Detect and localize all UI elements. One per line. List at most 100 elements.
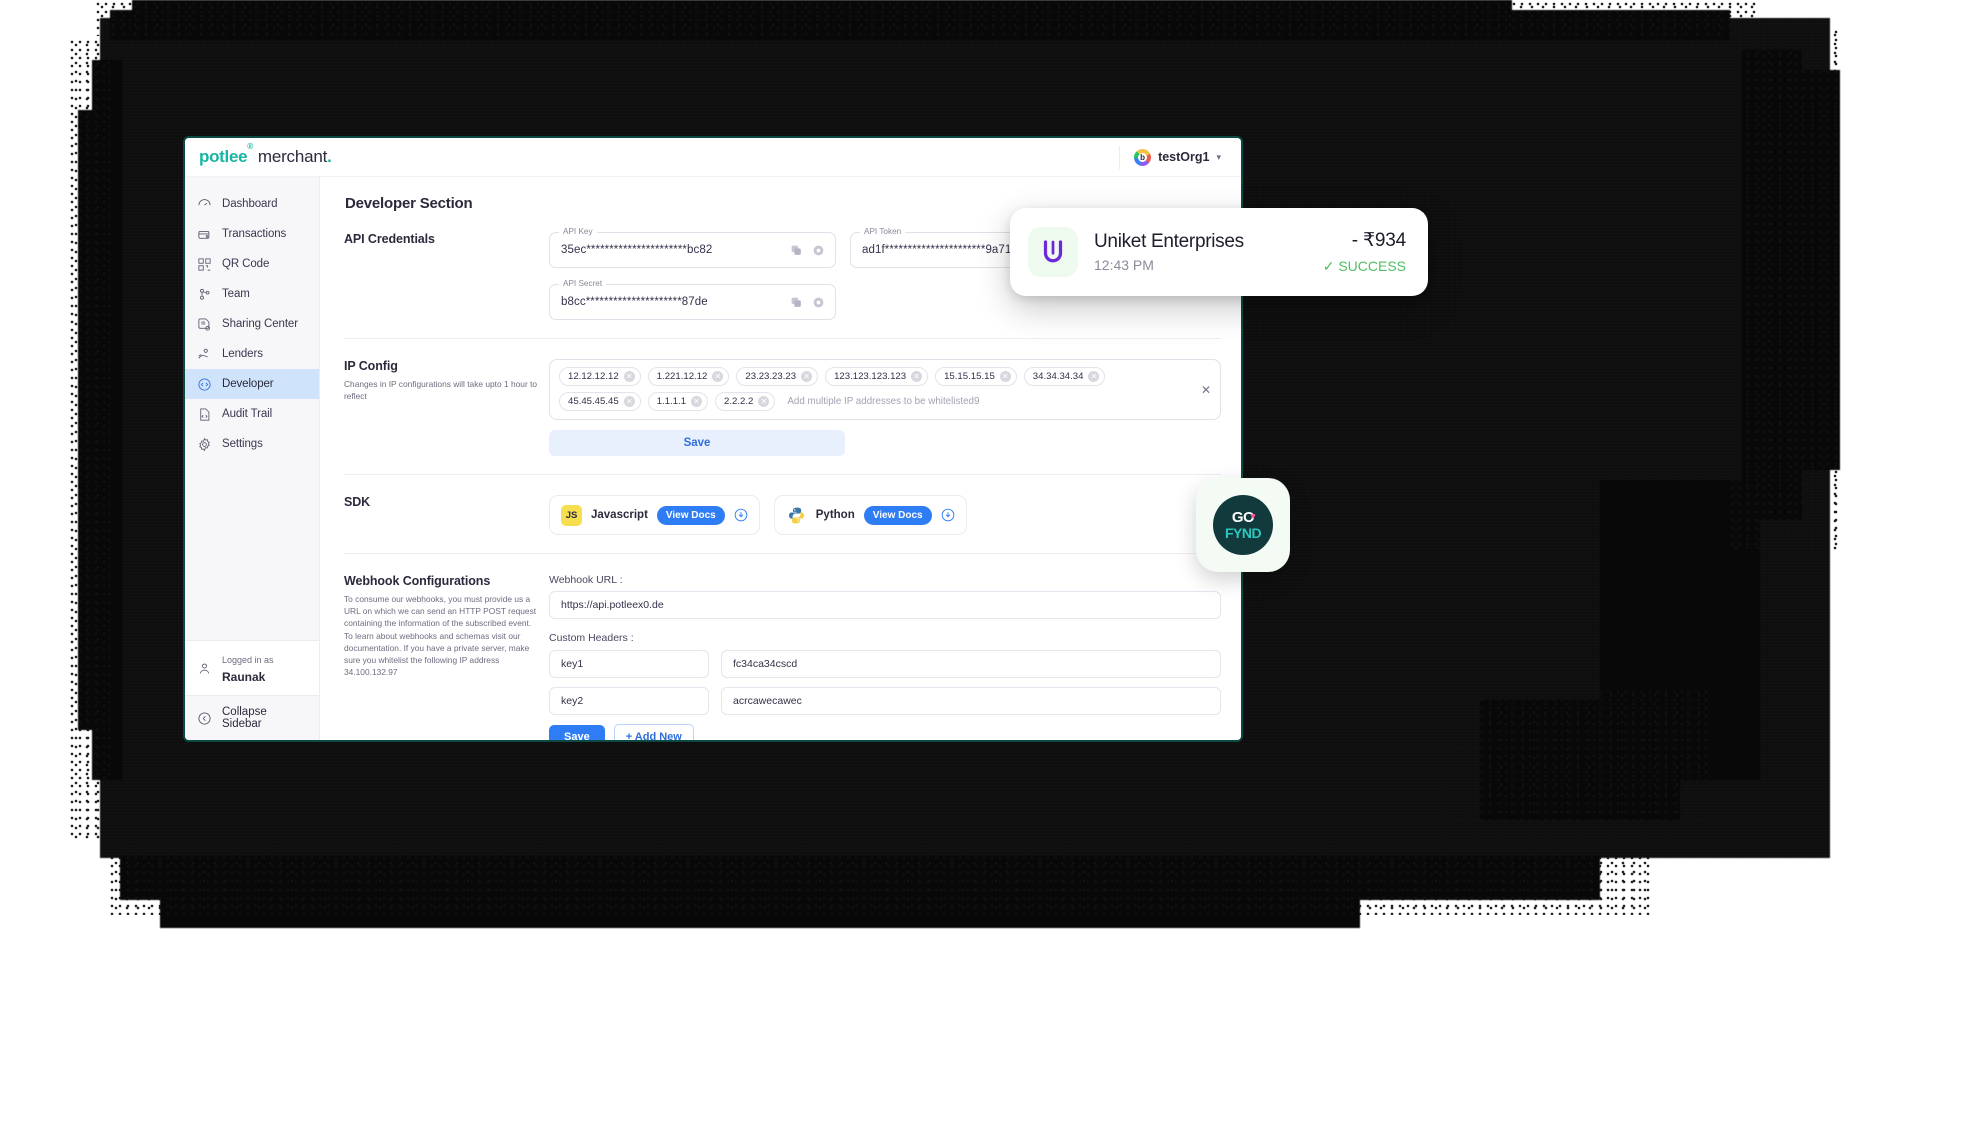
org-name-label: testOrg1 bbox=[1158, 150, 1210, 164]
ip-chip-label: 123.123.123.123 bbox=[834, 371, 907, 382]
sidebar: Dashboard Transactions QR Code Team Shar… bbox=[185, 177, 320, 740]
noise-edge bbox=[96, 2, 1756, 36]
ip-chip[interactable]: 15.15.15.15 ✕ bbox=[935, 367, 1017, 386]
sidebar-item-dashboard[interactable]: Dashboard bbox=[185, 189, 319, 219]
copy-icon[interactable] bbox=[790, 296, 803, 309]
ip-chip-label: 2.2.2.2 bbox=[724, 396, 754, 407]
section-webhook-configurations: Webhook Configurations To consume our we… bbox=[344, 554, 1221, 740]
api-key-field[interactable]: API Key 35ec**********************bc82 bbox=[549, 227, 836, 268]
dashboard-icon bbox=[197, 197, 212, 212]
header-value-input[interactable]: acrcawecawec bbox=[721, 687, 1221, 715]
section-header: API Credentials bbox=[344, 232, 549, 320]
download-icon[interactable] bbox=[734, 508, 748, 522]
ip-chip[interactable]: 23.23.23.23 ✕ bbox=[736, 367, 819, 386]
sdk-card-list: JS Javascript View Docs Python View Docs bbox=[549, 495, 1221, 535]
logged-in-text: Logged in as Raunak bbox=[222, 650, 307, 686]
api-secret-label: API Secret bbox=[559, 279, 607, 288]
section-title: IP Config bbox=[344, 359, 398, 373]
copy-icon[interactable] bbox=[790, 244, 803, 257]
custom-header-row: key1 fc34ca34cscd bbox=[549, 650, 1221, 678]
remove-chip-icon[interactable]: ✕ bbox=[623, 396, 635, 407]
collapse-sidebar-button[interactable]: Collapse Sidebar bbox=[185, 695, 319, 740]
ip-chip[interactable]: 1.221.12.12 ✕ bbox=[647, 367, 730, 386]
org-avatar-icon: b bbox=[1134, 148, 1152, 166]
org-selector[interactable]: b testOrg1 ▾ bbox=[1119, 145, 1229, 169]
eye-icon[interactable] bbox=[812, 296, 825, 309]
sidebar-item-lenders[interactable]: Lenders bbox=[185, 339, 319, 369]
sidebar-item-sharing-center[interactable]: Sharing Center bbox=[185, 309, 319, 339]
noise-edge bbox=[1730, 30, 1840, 550]
sidebar-nav: Dashboard Transactions QR Code Team Shar… bbox=[185, 177, 319, 640]
remove-chip-icon[interactable]: ✕ bbox=[712, 371, 724, 382]
webhook-url-input[interactable]: https://api.potleex0.de bbox=[549, 591, 1221, 619]
section-header: SDK bbox=[344, 495, 549, 535]
eye-icon[interactable] bbox=[812, 244, 825, 257]
section-sdk: SDK JS Javascript View Docs Python View … bbox=[344, 475, 1221, 554]
save-ip-button[interactable]: Save bbox=[549, 430, 845, 456]
webhook-url-label: Webhook URL : bbox=[549, 574, 623, 586]
remove-chip-icon[interactable]: ✕ bbox=[801, 371, 813, 382]
custom-headers-label: Custom Headers : bbox=[549, 632, 634, 644]
add-new-header-button[interactable]: + Add New bbox=[613, 724, 694, 740]
sidebar-item-transactions[interactable]: Transactions bbox=[185, 219, 319, 249]
view-docs-button[interactable]: View Docs bbox=[656, 505, 725, 525]
developer-icon bbox=[197, 377, 212, 392]
section-body: JS Javascript View Docs Python View Docs bbox=[549, 495, 1221, 535]
ip-whitelist-input[interactable]: 12.12.12.12 ✕ 1.221.12.12 ✕ 23.23.23.23 ✕ 1… bbox=[549, 359, 1221, 420]
close-icon[interactable]: ✕ bbox=[1201, 384, 1211, 396]
api-secret-field[interactable]: API Secret b8cc*********************87de bbox=[549, 279, 836, 320]
ip-chip[interactable]: 45.45.45.45 ✕ bbox=[559, 392, 641, 411]
chevron-down-icon: ▾ bbox=[1216, 151, 1221, 162]
field-actions bbox=[790, 296, 825, 309]
custom-header-row: key2 acrcawecawec bbox=[549, 687, 1221, 715]
section-title: Webhook Configurations bbox=[344, 574, 491, 588]
sidebar-item-settings[interactable]: Settings bbox=[185, 429, 319, 459]
section-body: 12.12.12.12 ✕ 1.221.12.12 ✕ 23.23.23.23 ✕ 1… bbox=[549, 359, 1221, 456]
status-badge: ✓ SUCCESS bbox=[1323, 258, 1406, 275]
api-token-label: API Token bbox=[860, 227, 906, 236]
sidebar-item-label: QR Code bbox=[222, 258, 270, 270]
view-docs-button[interactable]: View Docs bbox=[863, 505, 932, 525]
brand-name: potlee® bbox=[199, 142, 253, 166]
collapse-sidebar-label: Collapse Sidebar bbox=[222, 706, 267, 730]
section-subtitle: Changes in IP configurations will take u… bbox=[344, 379, 538, 402]
ip-chip-label: 1.1.1.1 bbox=[656, 396, 687, 407]
sidebar-item-developer[interactable]: Developer bbox=[185, 369, 319, 399]
top-bar: potlee® merchant. b testOrg1 ▾ bbox=[185, 138, 1241, 177]
sidebar-item-label: Settings bbox=[222, 438, 263, 450]
remove-chip-icon[interactable]: ✕ bbox=[1088, 371, 1100, 382]
uniket-u-logo bbox=[1028, 227, 1078, 277]
ip-chip[interactable]: 2.2.2.2 ✕ bbox=[715, 392, 776, 411]
ip-chip-label: 45.45.45.45 bbox=[568, 396, 619, 407]
remove-chip-icon[interactable]: ✕ bbox=[911, 371, 923, 382]
chevron-left-circle-icon bbox=[197, 711, 212, 726]
sidebar-item-audit-trail[interactable]: Audit Trail bbox=[185, 399, 319, 429]
header-value-input[interactable]: fc34ca34cscd bbox=[721, 650, 1221, 678]
settings-icon bbox=[197, 437, 212, 452]
screenshot-root: potlee® merchant. b testOrg1 ▾ Dashboard bbox=[0, 0, 1980, 1125]
section-ip-config: IP Config Changes in IP configurations w… bbox=[344, 339, 1221, 475]
ip-chip[interactable]: 12.12.12.12 ✕ bbox=[559, 367, 641, 386]
remove-chip-icon[interactable]: ✕ bbox=[623, 371, 635, 382]
sdk-name-label: Javascript bbox=[591, 509, 648, 521]
remove-chip-icon[interactable]: ✕ bbox=[758, 396, 770, 407]
ip-chip[interactable]: 123.123.123.123 ✕ bbox=[825, 367, 929, 386]
remove-chip-icon[interactable]: ✕ bbox=[691, 396, 703, 407]
logged-in-user: Logged in as Raunak bbox=[185, 641, 319, 695]
download-icon[interactable] bbox=[941, 508, 955, 522]
gofynd-logo: GO ♥ FYND bbox=[1213, 495, 1273, 555]
sidebar-item-qr-code[interactable]: QR Code bbox=[185, 249, 319, 279]
remove-chip-icon[interactable]: ✕ bbox=[999, 371, 1011, 382]
header-key-input[interactable]: key2 bbox=[549, 687, 709, 715]
section-title: API Credentials bbox=[344, 232, 435, 246]
sidebar-item-label: Audit Trail bbox=[222, 408, 273, 420]
toast-amount-block: - ₹934 ✓ SUCCESS bbox=[1323, 229, 1407, 275]
header-key-input[interactable]: key1 bbox=[549, 650, 709, 678]
save-webhook-button[interactable]: Save bbox=[549, 725, 605, 740]
logged-in-label: Logged in as bbox=[222, 655, 274, 665]
ip-chip[interactable]: 34.34.34.34 ✕ bbox=[1023, 367, 1106, 386]
qr-code-icon bbox=[197, 257, 212, 272]
sidebar-item-team[interactable]: Team bbox=[185, 279, 319, 309]
ip-chip[interactable]: 1.1.1.1 ✕ bbox=[647, 392, 709, 411]
api-key-label: API Key bbox=[559, 227, 597, 236]
